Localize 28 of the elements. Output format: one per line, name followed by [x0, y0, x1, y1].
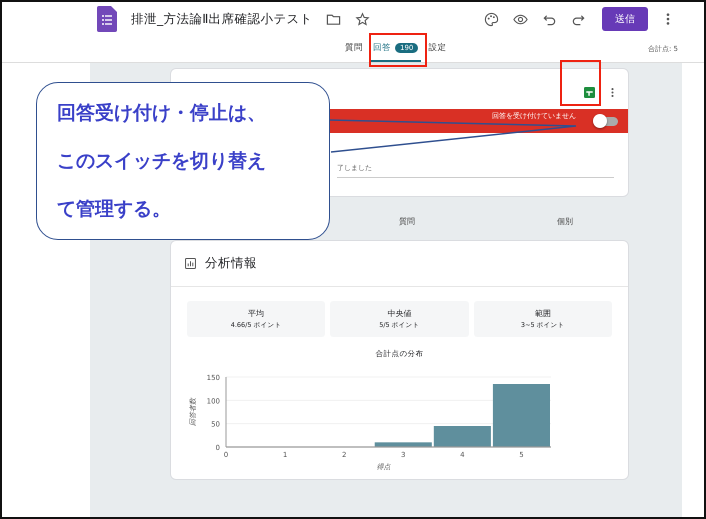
tab[interactable]: 設定 [425, 38, 450, 62]
stat-label: 平均 [248, 308, 264, 319]
callout-text: このスイッチを切り替え [57, 149, 266, 174]
folder-icon[interactable] [326, 12, 342, 26]
view-tab[interactable]: 個別 [551, 215, 579, 228]
eye-icon[interactable] [513, 12, 528, 26]
highlight-frame [560, 60, 601, 106]
more-options-icon[interactable] [611, 86, 614, 98]
palette-icon[interactable] [484, 12, 499, 26]
histogram-bar [492, 384, 550, 447]
star-icon[interactable] [355, 12, 370, 26]
chart-icon [185, 258, 196, 269]
send-button[interactable]: 送信 [602, 7, 648, 31]
highlight-frame [369, 33, 427, 67]
form-title[interactable]: 排泄_方法論Ⅱ出席確認小テスト [131, 10, 312, 28]
histogram-bar [434, 426, 491, 447]
spreadsheet-icon[interactable] [584, 86, 595, 98]
toggle-switch[interactable] [596, 116, 618, 126]
stat-label: 範囲 [534, 308, 551, 319]
forms-logo-icon[interactable] [97, 6, 117, 32]
more-options-icon[interactable] [666, 12, 670, 26]
histogram-bar [374, 442, 432, 447]
stat-label: 中央値 [387, 308, 412, 319]
callout-text: て管理する。 [57, 197, 171, 222]
callout-text: 回答受け付け・停止は、 [57, 101, 266, 126]
tab[interactable]: 質問 [342, 38, 366, 62]
view-tab[interactable]: 質問 [393, 215, 421, 228]
section-title: 分析情報 [205, 255, 257, 272]
